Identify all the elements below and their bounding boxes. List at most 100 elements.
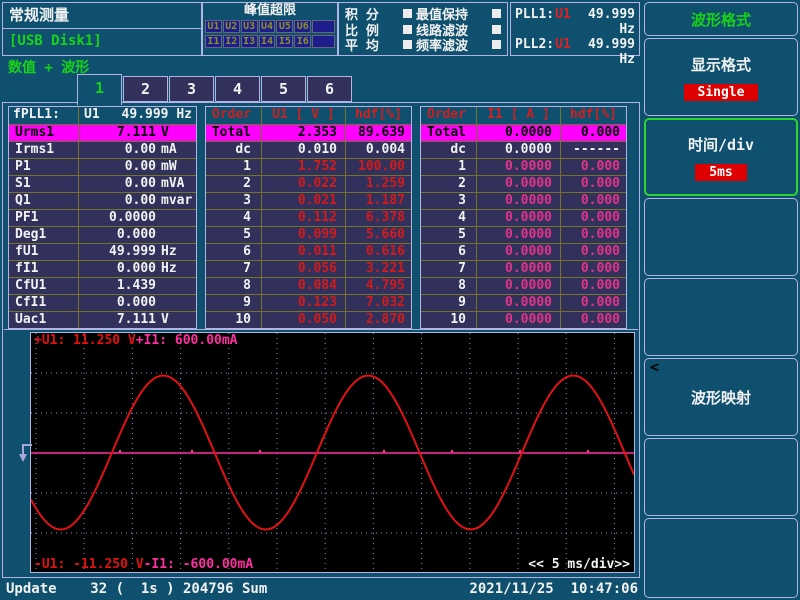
hdf-cell: 4.795: [346, 278, 411, 294]
order-cell: Total: [206, 125, 262, 141]
peak-cell-i5: I5: [276, 35, 293, 48]
tab-6[interactable]: 6: [307, 76, 352, 102]
peak-cell-spare: [312, 35, 335, 48]
value-cell: 0.0000: [477, 295, 561, 311]
peak-cell-u3: U3: [241, 20, 258, 33]
usb-disk-status: [USB Disk1]: [3, 29, 201, 54]
order-cell: 6: [206, 244, 262, 260]
checkbox-icon[interactable]: [492, 25, 501, 34]
measure-row-p1: P10.00mW: [9, 158, 196, 175]
softkey-display-format[interactable]: 显示格式Single: [644, 38, 798, 116]
hdf-cell: 1.259: [346, 176, 411, 192]
softkey-empty-3[interactable]: [644, 438, 798, 516]
measure-value: 49.999: [79, 244, 156, 260]
value-cell: 0.123: [262, 295, 346, 311]
measure-value: 0.000: [79, 227, 156, 243]
measure-row-uac1: Uac17.111V: [9, 311, 196, 328]
peak-cell-i3: I3: [241, 35, 258, 48]
harmonics-row: Total0.00000.000: [421, 124, 626, 141]
peak-cell-u6: U6: [294, 20, 311, 33]
harmonics-row: 60.00000.000: [421, 243, 626, 260]
softkey-time-per-div[interactable]: 时间/div5ms: [644, 118, 798, 196]
pll-source: U1: [555, 37, 571, 67]
hdf-cell: 0.000: [561, 312, 626, 328]
checkbox-icon[interactable]: [403, 9, 412, 18]
order-cell: 2: [421, 176, 477, 192]
order-cell: dc: [421, 142, 477, 158]
softkey-waveform-mapping[interactable]: < 波形映射: [644, 358, 798, 436]
pll-frequency: 49.999 Hz: [576, 7, 635, 37]
measure-unit: Hz: [156, 261, 196, 277]
harmonics-row: Total2.35389.639: [206, 124, 411, 141]
softkey-sidebar: 波形格式显示格式Single时间/div5ms < 波形映射: [644, 0, 798, 600]
pll-row-1: PLL1:U149.999 Hz: [515, 7, 635, 37]
measure-value: 0.00: [79, 142, 156, 158]
checkbox-icon[interactable]: [492, 9, 501, 18]
measure-row-s1: S10.00mVA: [9, 175, 196, 192]
measure-unit: V: [156, 312, 196, 328]
harmonics-table-u1: OrderU1 [ V ]hdf[%]Total2.35389.639dc0.0…: [205, 106, 412, 329]
order-cell: 1: [206, 159, 262, 175]
value-cell: 0.010: [262, 142, 346, 158]
hdf-cell: 0.000: [561, 295, 626, 311]
softkey-empty-1[interactable]: [644, 198, 798, 276]
harmonics-row: 30.00000.000: [421, 192, 626, 209]
order-cell: 3: [421, 193, 477, 209]
back-arrow-icon: <: [650, 360, 659, 375]
measure-unit: [156, 227, 196, 243]
tab-2[interactable]: 2: [123, 76, 168, 102]
col-value-header: I1 [ A ]: [477, 107, 561, 124]
value-cell: 0.0000: [477, 176, 561, 192]
tab-3[interactable]: 3: [169, 76, 214, 102]
checkbox-icon[interactable]: [403, 40, 412, 49]
order-cell: 5: [206, 227, 262, 243]
softkey-label: 波形映射: [691, 387, 751, 408]
measure-value: 7.111: [79, 125, 156, 141]
page-title: 常规测量: [3, 3, 201, 29]
col-hdf-header: hdf[%]: [561, 107, 626, 124]
tab-4[interactable]: 4: [215, 76, 260, 102]
measure-value: 0.00: [79, 176, 156, 192]
hdf-cell: 0.000: [561, 261, 626, 277]
softkey-empty-4[interactable]: [644, 518, 798, 598]
order-cell: 3: [206, 193, 262, 209]
order-cell: Total: [421, 125, 477, 141]
order-cell: 10: [421, 312, 477, 328]
hdf-cell: 0.000: [561, 159, 626, 175]
tab-1[interactable]: 1: [77, 74, 122, 105]
measure-name: CfI1: [9, 295, 79, 311]
harmonics-row: 30.0211.187: [206, 192, 411, 209]
u1-scale-neg: -U1: -11.250 V: [34, 557, 144, 572]
peak-overlimit-box: 峰值超限 U1U2U3U4U5U6 I1I2I3I4I5I6: [202, 2, 338, 56]
measure-name: CfU1: [9, 278, 79, 294]
harmonics-row: 11.752100.00: [206, 158, 411, 175]
order-cell: 10: [206, 312, 262, 328]
softkey-waveform-format[interactable]: 波形格式: [644, 2, 798, 36]
tab-5[interactable]: 5: [261, 76, 306, 102]
softkey-empty-2[interactable]: [644, 278, 798, 356]
hdf-cell: 0.000: [561, 193, 626, 209]
fpll-label: fPLL1:: [9, 107, 79, 124]
fpll-value: 49.999 Hz: [100, 107, 196, 124]
measure-row-fu1: fU149.999Hz: [9, 243, 196, 260]
measure-row-deg1: Deg10.000: [9, 226, 196, 243]
checkbox-icon[interactable]: [492, 40, 501, 49]
measure-unit: [156, 210, 196, 226]
hdf-cell: 2.870: [346, 312, 411, 328]
order-cell: 2: [206, 176, 262, 192]
checkbox-icon[interactable]: [403, 25, 412, 34]
softkey-label: 波形格式: [691, 9, 751, 30]
softkey-value-badge: 5ms: [695, 164, 746, 181]
value-cell: 0.056: [262, 261, 346, 277]
measure-unit: mA: [156, 142, 196, 158]
measurement-table-header: fPLL1: U1 49.999 Hz: [9, 107, 196, 124]
hdf-cell: ------: [561, 142, 626, 158]
harmonics-row: 20.00000.000: [421, 175, 626, 192]
toggle-left-label: 平 均: [345, 35, 403, 54]
hdf-cell: 0.000: [561, 176, 626, 192]
measure-name: fU1: [9, 244, 79, 260]
harmonics-header: OrderI1 [ A ]hdf[%]: [421, 107, 626, 124]
harmonics-row: 10.00000.000: [421, 158, 626, 175]
i1-noise-blip: [519, 450, 521, 453]
measure-unit: Hz: [156, 244, 196, 260]
